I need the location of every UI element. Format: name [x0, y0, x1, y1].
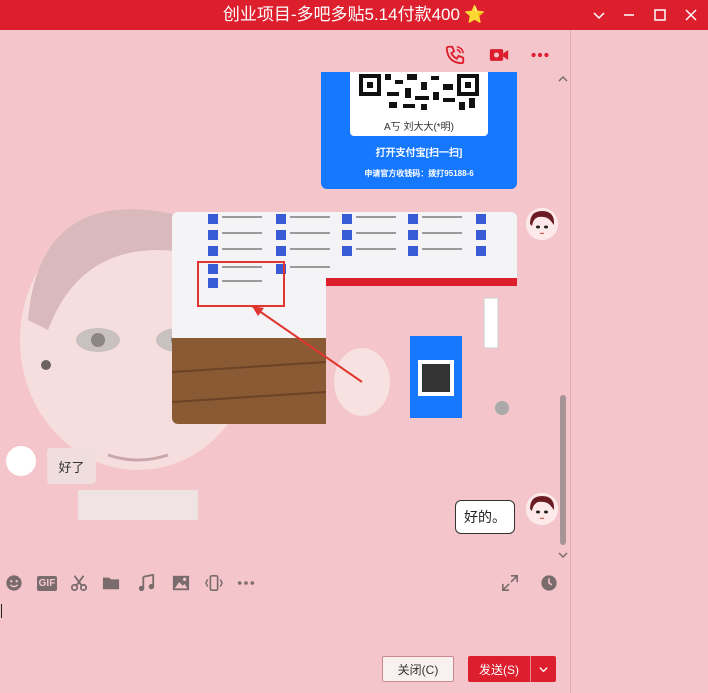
- shake-icon[interactable]: [204, 573, 224, 593]
- close-icon[interactable]: [676, 0, 706, 30]
- incoming-message-bubble[interactable]: 好了: [47, 448, 96, 484]
- scroll-down-icon[interactable]: [556, 548, 570, 562]
- chevron-down-icon[interactable]: [531, 664, 556, 675]
- screenshot-thumbnail: [172, 212, 517, 424]
- title-bar: 创业项目-多吧多贴5.14付款400 ⭐: [0, 0, 708, 30]
- more-icon[interactable]: [527, 42, 553, 68]
- gif-label: GIF: [36, 575, 58, 591]
- right-side-panel: [570, 30, 708, 693]
- folder-icon[interactable]: [101, 573, 121, 593]
- message-input[interactable]: [0, 600, 570, 650]
- input-toolbar: GIF: [0, 565, 570, 601]
- history-clock-icon[interactable]: [539, 573, 559, 593]
- send-button[interactable]: 发送(S): [468, 656, 556, 682]
- avatar[interactable]: [526, 493, 558, 525]
- more-icon[interactable]: [236, 573, 256, 593]
- chevron-down-icon[interactable]: [584, 0, 614, 30]
- incoming-message-text: 好了: [58, 459, 85, 475]
- outgoing-message-bubble[interactable]: 好的。: [455, 500, 515, 534]
- minimize-icon[interactable]: [614, 0, 644, 30]
- maximize-icon[interactable]: [645, 0, 675, 30]
- image-icon[interactable]: [171, 573, 191, 593]
- scrollbar-thumb[interactable]: [560, 395, 566, 545]
- send-button-label: 发送(S): [479, 662, 519, 677]
- gif-icon[interactable]: GIF: [36, 573, 58, 593]
- alipay-qr-card[interactable]: A丂 刘大大(*明) 打开支付宝[扫一扫] 申请官方收钱码：拨打95188-6: [321, 72, 517, 189]
- window-title-text: 创业项目-多吧多贴5.14付款400: [222, 5, 460, 24]
- qr-code-icon: [359, 74, 479, 110]
- video-call-icon[interactable]: [486, 42, 512, 68]
- music-icon[interactable]: [136, 573, 156, 593]
- outgoing-message-text: 好的。: [464, 509, 506, 525]
- text-caret: [1, 604, 2, 618]
- close-button[interactable]: 关闭(C): [382, 656, 454, 682]
- avatar[interactable]: [6, 446, 36, 476]
- apply-code-text: 申请官方收钱码：拨打95188-6: [364, 169, 474, 178]
- avatar[interactable]: [526, 208, 558, 240]
- star-icon: ⭐: [463, 5, 486, 24]
- close-button-label: 关闭(C): [397, 662, 439, 677]
- qr-code-area: A丂 刘大大(*明): [350, 72, 488, 136]
- chat-area[interactable]: A丂 刘大大(*明) 打开支付宝[扫一扫] 申请官方收钱码：拨打95188-6: [0, 30, 570, 565]
- screenshot-image-message[interactable]: [172, 212, 517, 424]
- open-alipay-text: 打开支付宝[扫一扫]: [375, 148, 463, 159]
- expand-icon[interactable]: [500, 573, 520, 593]
- avatar-image: [526, 208, 558, 240]
- phone-call-icon[interactable]: [442, 42, 468, 68]
- avatar-image: [526, 493, 558, 525]
- emoji-icon[interactable]: [4, 573, 24, 593]
- scissors-icon[interactable]: [69, 573, 89, 593]
- qr-owner-name: A丂 刘大大(*明): [384, 122, 454, 133]
- scroll-up-icon[interactable]: [556, 72, 570, 86]
